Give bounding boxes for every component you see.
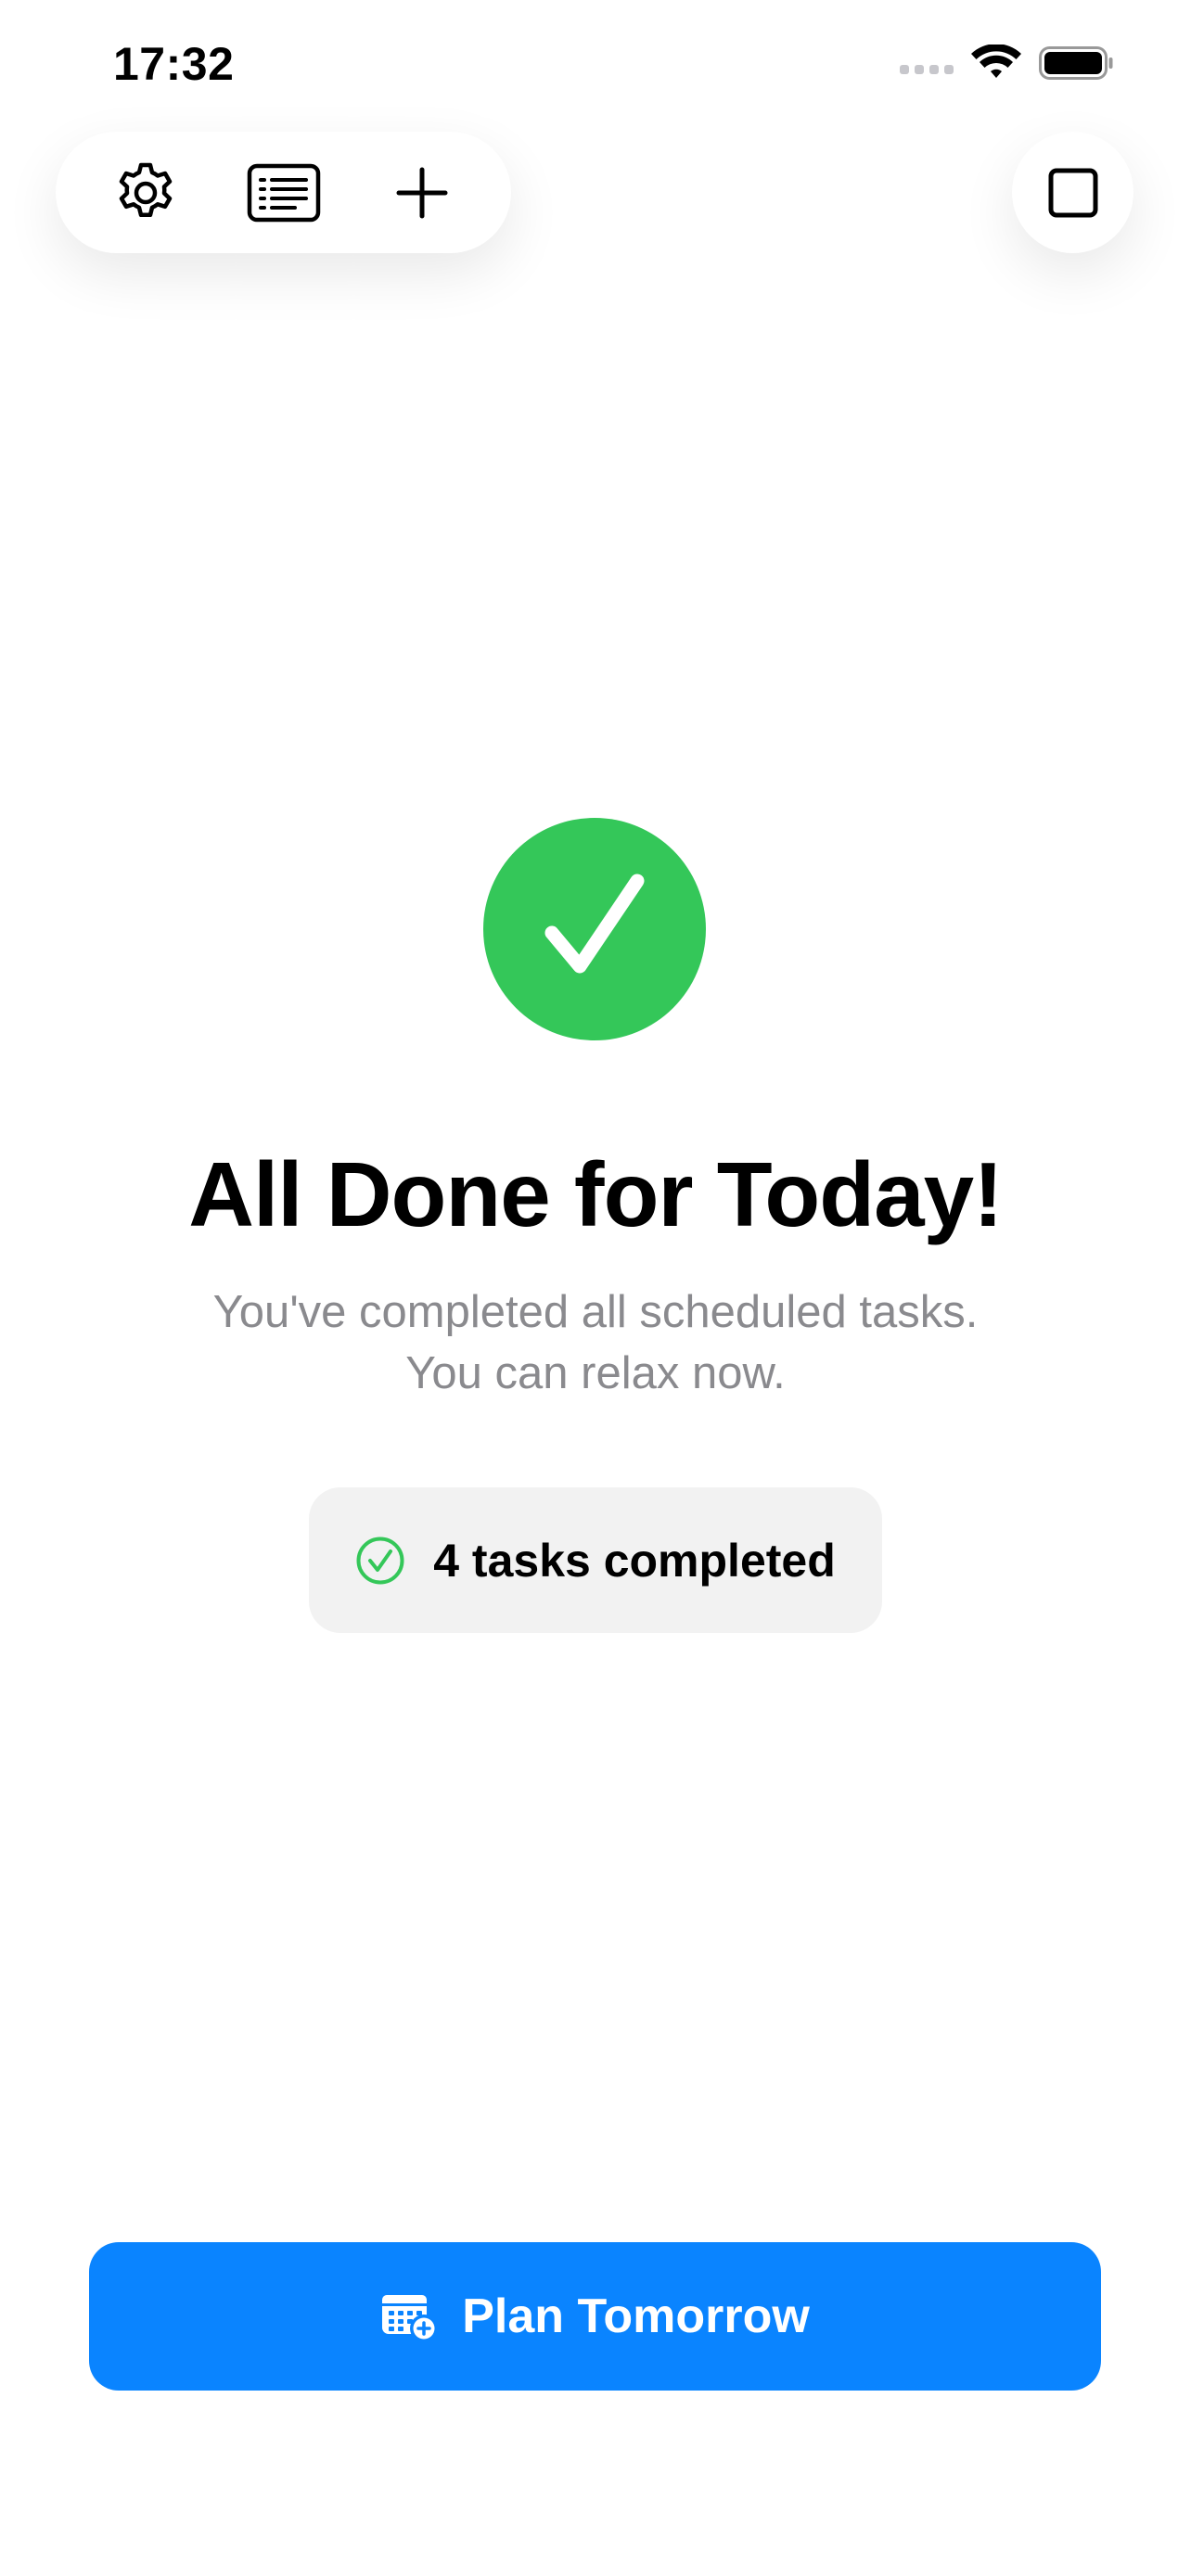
add-button[interactable] [378,148,467,237]
square-icon [1048,168,1097,217]
subtitle-line-1: You've completed all scheduled tasks. [212,1287,979,1337]
list-icon [247,163,320,222]
checkmark-icon [544,874,645,974]
cellular-signal-icon [900,65,954,74]
list-button[interactable] [239,148,328,237]
plus-icon [396,167,447,218]
wifi-icon [971,45,1021,78]
subtitle-line-2: You can relax now. [405,1348,786,1398]
page-title: All Done for Today! [188,1143,1004,1245]
calendar-add-icon [382,2295,439,2342]
tasks-completed-label: 4 tasks completed [433,1534,836,1587]
status-time: 17:32 [113,38,235,90]
tasks-completed-badge: 4 tasks completed [309,1487,882,1633]
subtitle: You've completed all scheduled tasks. Yo… [0,1282,1191,1404]
settings-button[interactable] [101,148,190,237]
plan-tomorrow-button[interactable]: Plan Tomorrow [89,2242,1101,2391]
check-circle-icon [356,1537,404,1584]
battery-icon [1039,46,1113,80]
top-toolbar [56,132,511,253]
plan-tomorrow-label: Plan Tomorrow [462,2289,810,2343]
screen: 17:32 All Done for Today! You've complet… [0,0,1191,2576]
gear-icon [119,162,172,217]
success-badge [483,818,706,1040]
square-button[interactable] [1012,132,1133,253]
status-icons [900,45,1115,82]
